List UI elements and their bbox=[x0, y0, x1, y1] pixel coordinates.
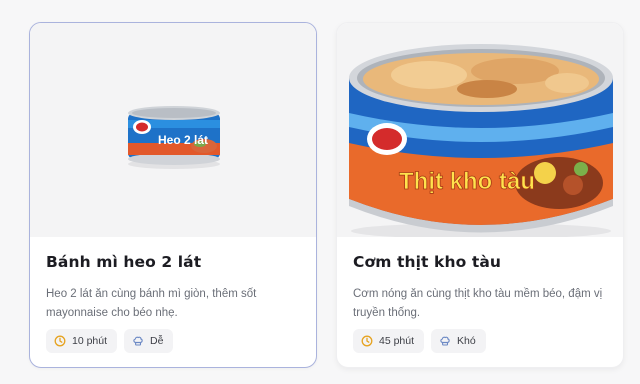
time-badge: 10 phút bbox=[46, 329, 118, 353]
canned-pork-image: Heo 2 lát bbox=[128, 106, 220, 169]
chef-hat-icon bbox=[440, 336, 450, 346]
recipe-description: Heo 2 lát ăn cùng bánh mì giòn, thêm sốt… bbox=[46, 288, 257, 319]
recipe-card-banh-mi[interactable]: Heo 2 lát Bánh mì heo 2 lát Heo 2 lát ăn… bbox=[29, 22, 317, 368]
time-label: 10 phút bbox=[72, 335, 108, 347]
time-badge: 45 phút bbox=[353, 329, 425, 353]
clock-icon bbox=[361, 335, 373, 347]
difficulty-badge: Khó bbox=[431, 329, 486, 353]
can-label-text: Heo 2 lát bbox=[158, 133, 208, 147]
difficulty-label: Dễ bbox=[150, 335, 164, 347]
time-label: 45 phút bbox=[379, 335, 415, 347]
recipe-image-thit-kho-tau: Thịt kho tàu bbox=[337, 23, 623, 239]
clock-icon bbox=[54, 335, 66, 347]
chef-hat-icon bbox=[133, 336, 143, 346]
recipe-title: Cơm thịt kho tàu bbox=[353, 253, 502, 271]
can-label-text: Thịt kho tàu bbox=[399, 168, 535, 195]
difficulty-label: Khó bbox=[457, 335, 476, 347]
recipe-card-thit-kho-tau[interactable]: Thịt kho tàu Cơm thịt kho tàu Cơm nóng ă… bbox=[336, 22, 624, 368]
recipe-image-banh-mi: Heo 2 lát bbox=[30, 23, 316, 237]
difficulty-badge: Dễ bbox=[124, 329, 174, 353]
canned-braised-pork-image: Thịt kho tàu bbox=[349, 44, 613, 239]
recipe-title: Bánh mì heo 2 lát bbox=[46, 253, 202, 271]
recipe-description: Cơm nóng ăn cùng thịt kho tàu mềm béo, đ… bbox=[353, 288, 603, 319]
